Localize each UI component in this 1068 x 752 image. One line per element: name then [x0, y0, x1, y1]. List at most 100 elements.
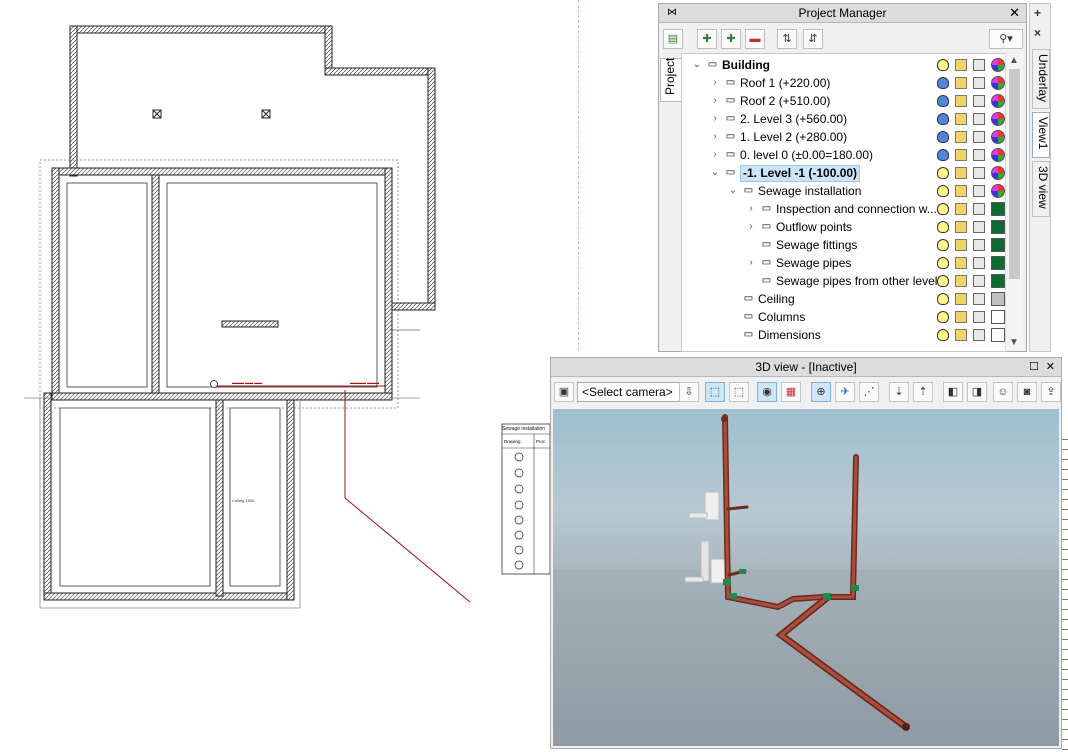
- parallel-button[interactable]: ⬚: [729, 382, 749, 402]
- layer-color-swatch[interactable]: [991, 256, 1005, 270]
- project-tree[interactable]: ⌄ ▭ Building › ▭ Roof 1 (+220.00) › ▭ Roof 2 (+5…: [681, 53, 1007, 352]
- visibility-bulb-icon[interactable]: [937, 59, 949, 71]
- print-icon[interactable]: [973, 77, 985, 89]
- chevron-down-icon[interactable]: ⌄: [692, 56, 702, 74]
- export-button[interactable]: ⇪: [1041, 382, 1061, 402]
- close-icon[interactable]: ✕: [1009, 4, 1020, 22]
- print-icon[interactable]: [973, 131, 985, 143]
- visibility-bulb-icon[interactable]: [937, 293, 949, 305]
- lock-icon[interactable]: [955, 275, 967, 287]
- tree-row[interactable]: › ▭ Roof 2 (+510.00): [682, 92, 1006, 110]
- chevron-right-icon[interactable]: ›: [746, 200, 756, 218]
- print-icon[interactable]: [973, 59, 985, 71]
- chevron-down-icon[interactable]: ⌄: [728, 182, 738, 200]
- tab-view1[interactable]: View1: [1032, 112, 1050, 158]
- tree-row[interactable]: › ▭ Sewage pipes: [682, 254, 1006, 272]
- close-dock-icon[interactable]: ×: [1034, 26, 1041, 40]
- scroll-up-icon[interactable]: ▲: [1009, 55, 1019, 66]
- level-down-button[interactable]: ⇣: [889, 382, 909, 402]
- layer-color-swatch[interactable]: [991, 238, 1005, 252]
- layer-color-swatch[interactable]: [991, 274, 1005, 288]
- move-down-button[interactable]: ⇵: [803, 29, 823, 49]
- chevron-right-icon[interactable]: ›: [746, 218, 756, 236]
- visibility-bulb-icon[interactable]: [937, 311, 949, 323]
- 3d-scene[interactable]: [553, 409, 1059, 746]
- scroll-thumb[interactable]: [1009, 69, 1020, 279]
- layer-color-swatch[interactable]: [991, 58, 1005, 72]
- maximize-icon[interactable]: ☐: [1029, 358, 1039, 376]
- tree-row[interactable]: ▭ Columns: [682, 308, 1006, 326]
- tree-row[interactable]: › ▭ 2. Level 3 (+560.00): [682, 110, 1006, 128]
- section-button[interactable]: ◧: [943, 382, 963, 402]
- tree-row[interactable]: ⌄ ▭ Building: [682, 56, 1006, 74]
- print-icon[interactable]: [973, 95, 985, 107]
- layer-color-swatch[interactable]: [991, 292, 1005, 306]
- add-layer-button[interactable]: ✚: [721, 29, 741, 49]
- lock-icon[interactable]: [955, 113, 967, 125]
- lock-icon[interactable]: [955, 131, 967, 143]
- print-icon[interactable]: [973, 113, 985, 125]
- layer-color-swatch[interactable]: [991, 310, 1005, 324]
- lock-icon[interactable]: [955, 293, 967, 305]
- lock-icon[interactable]: [955, 59, 967, 71]
- print-icon[interactable]: [973, 293, 985, 305]
- visibility-bulb-icon[interactable]: [937, 203, 949, 215]
- camera-select[interactable]: <Select camera> ▼: [577, 382, 695, 402]
- walk-mode-button[interactable]: ⋰: [859, 382, 879, 402]
- lock-icon[interactable]: [955, 77, 967, 89]
- tree-scrollbar[interactable]: ▲ ▼: [1005, 53, 1023, 350]
- visibility-bulb-icon[interactable]: [937, 329, 949, 341]
- print-icon[interactable]: [973, 185, 985, 197]
- lock-icon[interactable]: [955, 239, 967, 251]
- screenshot-button[interactable]: ◙: [1017, 382, 1037, 402]
- print-icon[interactable]: [973, 257, 985, 269]
- tree-row[interactable]: › ▭ 0. level 0 (±0.00=180.00): [682, 146, 1006, 164]
- tree-row[interactable]: ▭ Sewage pipes from other levels: [682, 272, 1006, 290]
- tree-row[interactable]: ▭ Sewage fittings: [682, 236, 1006, 254]
- chevron-right-icon[interactable]: ›: [710, 128, 720, 146]
- print-icon[interactable]: [973, 203, 985, 215]
- level-up-button[interactable]: ⇡: [913, 382, 933, 402]
- visibility-bulb-icon[interactable]: [937, 185, 949, 197]
- filter-dropdown-button[interactable]: ⚲▾: [989, 29, 1023, 49]
- tab-3d-view[interactable]: 3D view: [1032, 161, 1050, 217]
- visibility-bulb-icon[interactable]: [937, 77, 949, 89]
- lock-icon[interactable]: [955, 329, 967, 341]
- visibility-bulb-icon[interactable]: [937, 257, 949, 269]
- layer-color-swatch[interactable]: [991, 94, 1005, 108]
- print-icon[interactable]: [973, 221, 985, 233]
- visibility-bulb-icon[interactable]: [937, 149, 949, 161]
- chevron-right-icon[interactable]: ›: [710, 74, 720, 92]
- properties-button[interactable]: ▤: [663, 29, 683, 49]
- tree-row[interactable]: ⌄ ▭ -1. Level -1 (-100.00): [682, 164, 1006, 182]
- layer-color-swatch[interactable]: [991, 166, 1005, 180]
- tab-underlay[interactable]: Underlay: [1032, 49, 1050, 109]
- lock-icon[interactable]: [955, 167, 967, 179]
- camera-list-button[interactable]: ⇩: [679, 382, 699, 402]
- lock-icon[interactable]: [955, 257, 967, 269]
- tree-row[interactable]: › ▭ Inspection and connection w...: [682, 200, 1006, 218]
- tree-row[interactable]: › ▭ Roof 1 (+220.00): [682, 74, 1006, 92]
- layer-color-swatch[interactable]: [991, 184, 1005, 198]
- lock-icon[interactable]: [955, 221, 967, 233]
- layer-color-swatch[interactable]: [991, 328, 1005, 342]
- layer-color-swatch[interactable]: [991, 112, 1005, 126]
- chevron-right-icon[interactable]: ›: [746, 254, 756, 272]
- visibility-bulb-icon[interactable]: [937, 95, 949, 107]
- visibility-bulb-icon[interactable]: [937, 113, 949, 125]
- scroll-down-icon[interactable]: ▼: [1009, 337, 1019, 348]
- chevron-right-icon[interactable]: ›: [710, 110, 720, 128]
- visibility-bulb-icon[interactable]: [937, 221, 949, 233]
- visibility-bulb-icon[interactable]: [937, 275, 949, 287]
- lock-icon[interactable]: [955, 185, 967, 197]
- orbit-button[interactable]: ⊕: [811, 382, 831, 402]
- delete-button[interactable]: ▬: [745, 29, 765, 49]
- 3d-viewport[interactable]: [553, 409, 1059, 746]
- wall-mode-button[interactable]: ▦: [781, 382, 801, 402]
- fly-mode-button[interactable]: ✈: [835, 382, 855, 402]
- print-icon[interactable]: [973, 149, 985, 161]
- print-icon[interactable]: [973, 329, 985, 341]
- person-button[interactable]: ☺: [993, 382, 1013, 402]
- pin-icon[interactable]: ⋈: [667, 4, 677, 22]
- clip-button[interactable]: ◨: [967, 382, 987, 402]
